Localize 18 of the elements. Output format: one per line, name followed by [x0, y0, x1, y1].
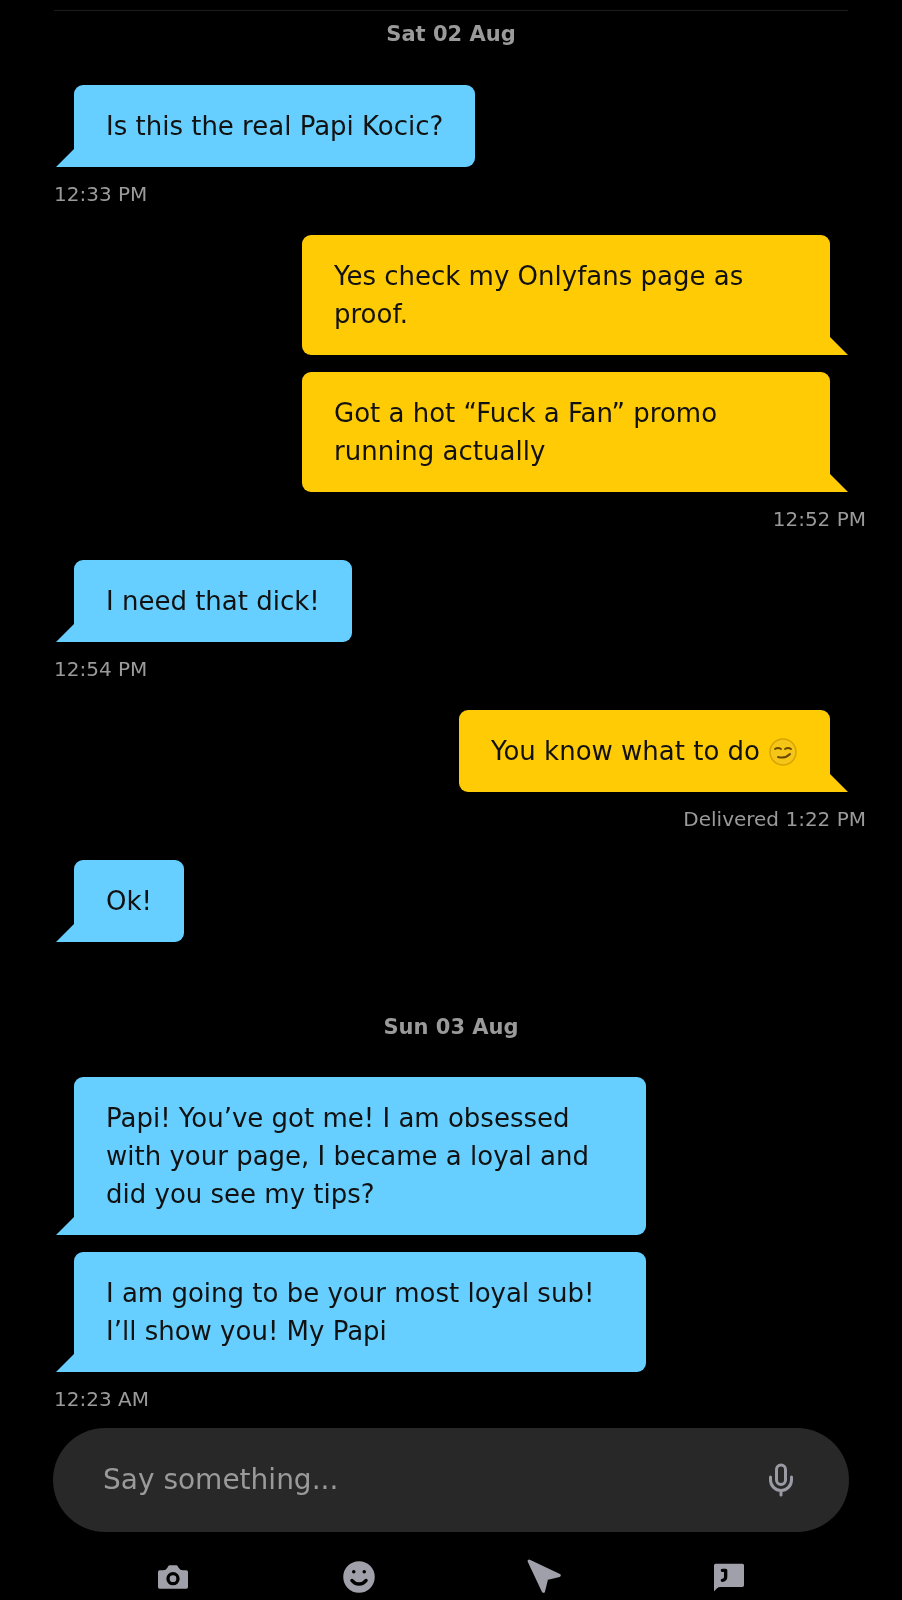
message-timestamp: 12:23 AM [54, 1386, 149, 1413]
bubble-tail [56, 148, 86, 167]
bubble-tail [818, 473, 848, 492]
message-timestamp: Delivered 1:22 PM [683, 805, 866, 833]
bubble-tail [56, 623, 86, 642]
message-input[interactable]: Say something... [103, 1459, 763, 1501]
bubble-tail [56, 1217, 86, 1235]
date-label: Sat 02 Aug [386, 21, 516, 48]
message-timestamp: 12:52 PM [772, 505, 866, 533]
bubble-tail [818, 336, 848, 355]
message-timestamp: 12:33 PM [54, 180, 148, 208]
send-button[interactable] [525, 1558, 564, 1596]
date-label: Sun 03 Aug [383, 1013, 519, 1041]
composer-field[interactable]: Say something... [53, 1428, 849, 1532]
bubble-tail [56, 923, 86, 942]
bubble-tail [56, 1354, 86, 1372]
bubble-tail [818, 773, 848, 792]
message-timestamp: 12:54 PM [54, 655, 148, 683]
